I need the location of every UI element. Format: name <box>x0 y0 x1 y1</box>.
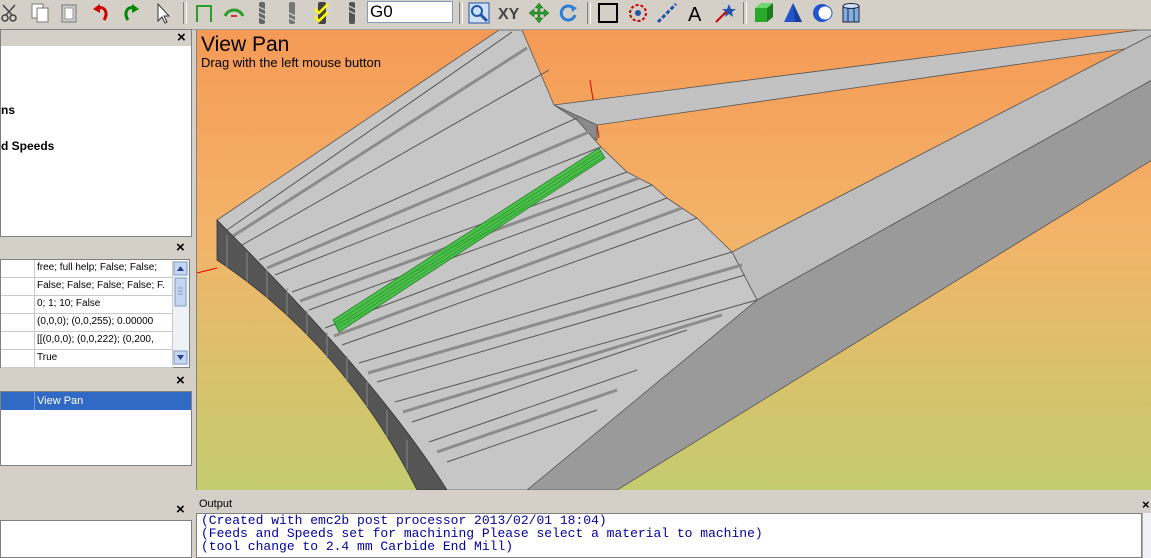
profile-icon[interactable] <box>191 0 217 26</box>
properties-scrollbar[interactable] <box>172 261 189 366</box>
cone-icon[interactable] <box>780 0 806 26</box>
tree-panel: × ns d Speeds <box>0 29 192 237</box>
table-row[interactable]: 0; 1; 10; False <box>1 296 173 314</box>
cylinder-icon[interactable] <box>838 0 864 26</box>
paste-icon[interactable] <box>56 0 82 26</box>
bottom-panel-header: × <box>0 502 192 519</box>
output-line: (tool change to 2.4 mm Carbide End Mill) <box>201 539 514 554</box>
properties-panel: free; full help; False; False; False; Fa… <box>0 259 190 368</box>
xy-icon[interactable]: XY <box>496 0 522 26</box>
line-icon[interactable] <box>654 0 680 26</box>
main-toolbar: XY A <box>0 0 1151 30</box>
pocket-icon[interactable] <box>221 0 247 26</box>
undo-icon[interactable] <box>88 0 114 26</box>
list-panel: View Pan <box>0 391 192 466</box>
redo-icon[interactable] <box>118 0 144 26</box>
output-scrollbar[interactable] <box>1142 513 1151 558</box>
pan-icon[interactable] <box>526 0 552 26</box>
table-row[interactable]: True <box>1 350 173 368</box>
output-header: Output × <box>196 498 1151 512</box>
zoom-icon[interactable] <box>466 0 492 26</box>
list-panel-header: × <box>0 373 192 390</box>
view-title: View Pan <box>201 33 290 56</box>
rotate-icon[interactable] <box>555 0 581 26</box>
property-value: [[(0,0,0); (0,0,222); (0,200, <box>37 334 154 345</box>
sphere-icon[interactable] <box>809 0 835 26</box>
property-value: True <box>37 352 58 363</box>
table-row[interactable]: False; False; False; False; F. <box>1 278 173 296</box>
close-icon[interactable]: × <box>1142 498 1150 512</box>
tree-panel-header: × <box>1 30 191 46</box>
tool-3-icon[interactable] <box>340 0 364 26</box>
bottom-panel <box>0 520 192 558</box>
properties-panel-header: × <box>0 240 192 257</box>
property-value: (0,0,0); (0,0,255); 0.00000 <box>37 316 154 327</box>
select-arrow-icon[interactable] <box>150 0 176 26</box>
property-value: False; False; False; False; F. <box>37 280 165 291</box>
star-icon[interactable] <box>712 0 738 26</box>
table-row[interactable]: [[(0,0,0); (0,0,222); (0,200, <box>1 332 173 350</box>
3d-model <box>197 30 1151 490</box>
close-icon[interactable]: × <box>176 240 185 255</box>
list-item-selected[interactable]: View Pan <box>1 392 191 410</box>
output-console[interactable]: (Created with emc2b post processor 2013/… <box>196 513 1142 558</box>
box-icon[interactable] <box>751 0 777 26</box>
rectangle-icon[interactable] <box>595 0 621 26</box>
text-icon[interactable]: A <box>683 0 709 26</box>
property-value: 0; 1; 10; False <box>37 298 101 309</box>
tool-icon[interactable] <box>250 0 274 26</box>
cut-icon[interactable] <box>0 0 20 26</box>
view-subtitle: Drag with the left mouse button <box>201 55 381 70</box>
svg-text:XY: XY <box>498 6 520 23</box>
table-row[interactable]: free; full help; False; False; <box>1 260 173 278</box>
check-icon[interactable] <box>310 0 334 26</box>
table-row[interactable]: (0,0,0); (0,0,255); 0.00000 <box>1 314 173 332</box>
property-value: free; full help; False; False; <box>37 262 158 273</box>
tree-item[interactable]: ns <box>1 103 15 117</box>
3d-viewport[interactable]: View Pan Drag with the left mouse button <box>196 30 1151 490</box>
g-code-input[interactable] <box>367 1 453 23</box>
close-icon[interactable]: × <box>176 373 185 388</box>
circle-select-icon[interactable] <box>625 0 651 26</box>
list-item-label: View Pan <box>37 395 84 407</box>
tree-item[interactable]: d Speeds <box>1 139 54 153</box>
close-icon[interactable]: × <box>176 502 185 517</box>
svg-text:A: A <box>688 4 702 24</box>
close-icon[interactable]: × <box>177 30 186 45</box>
output-title: Output <box>199 498 233 510</box>
copy-icon[interactable] <box>27 0 53 26</box>
tool-2-icon[interactable] <box>280 0 304 26</box>
